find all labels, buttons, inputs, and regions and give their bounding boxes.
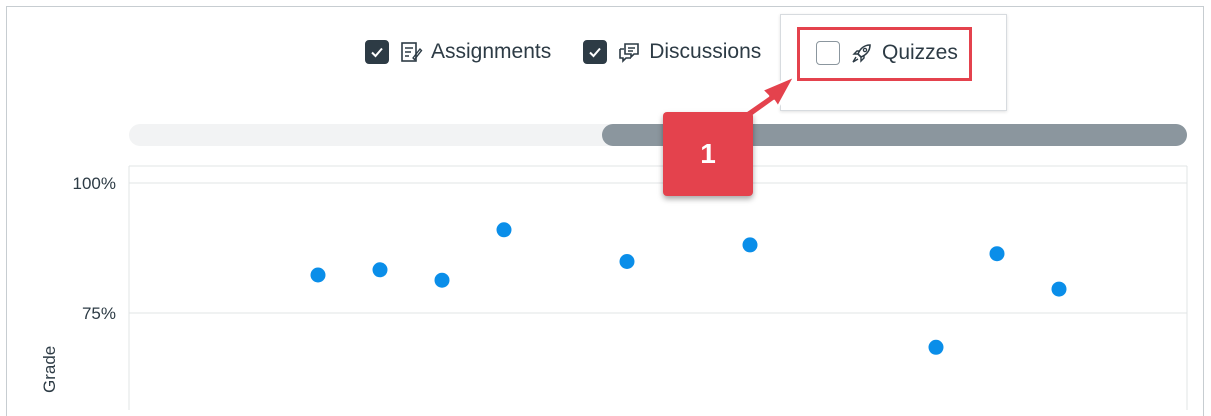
y-tick-label-100: 100% xyxy=(73,174,116,193)
scatter-point[interactable] xyxy=(434,272,450,288)
callout-number: 1 xyxy=(700,138,716,169)
scatter-point[interactable] xyxy=(372,262,388,278)
scatter-point[interactable] xyxy=(619,254,635,269)
scatter-point[interactable] xyxy=(496,222,512,238)
grade-scatter-chart: 100% 75% Grade xyxy=(40,165,1188,410)
scatter-point[interactable] xyxy=(310,267,326,283)
y-tick-label-75: 75% xyxy=(82,304,116,323)
scatter-points xyxy=(310,222,1067,355)
step-callout-badge: 1 xyxy=(663,112,753,196)
scatter-point[interactable] xyxy=(989,246,1005,262)
y-axis-label: Grade xyxy=(40,346,59,393)
scatter-point[interactable] xyxy=(742,237,758,253)
scatter-point[interactable] xyxy=(1051,281,1067,297)
scatter-point[interactable] xyxy=(928,339,944,355)
